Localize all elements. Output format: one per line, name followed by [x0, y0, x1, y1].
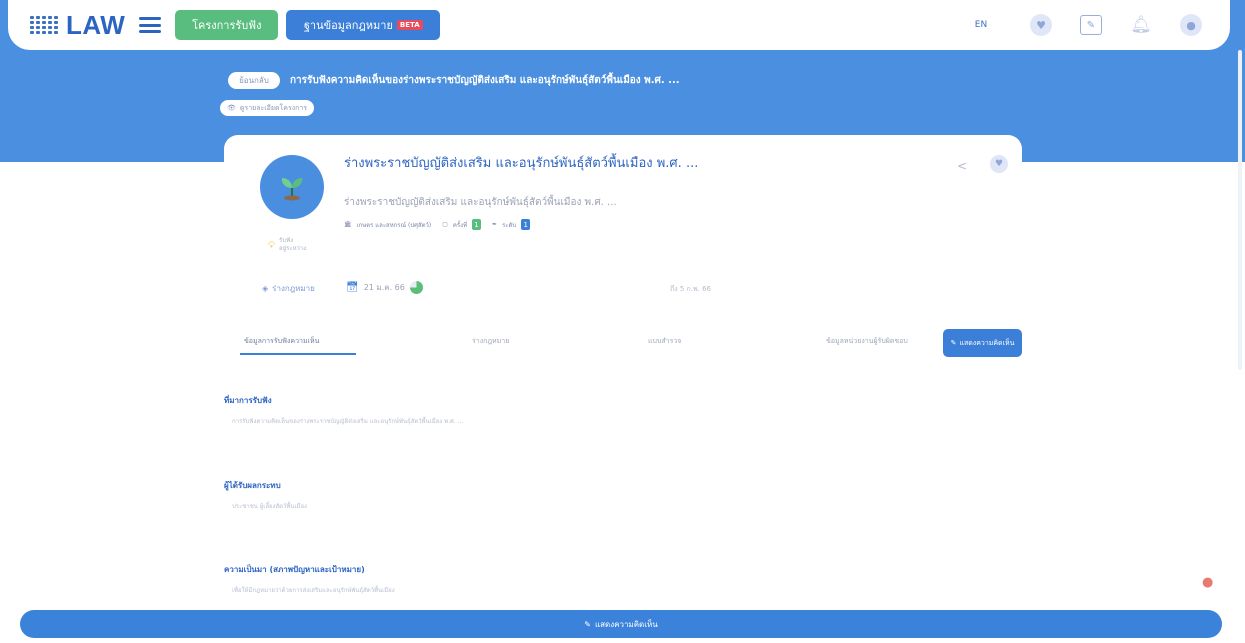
feedback-button[interactable]: ✎ — [1066, 7, 1116, 43]
start-date: 21 ม.ค. 66 — [363, 283, 405, 292]
end-date: ถึง 5 ก.พ. 66 — [670, 285, 711, 293]
back-button[interactable]: ย้อนกลับ — [228, 72, 280, 89]
status-badge: 💡︎ รับฟัง อยู่ระหว่าง — [268, 237, 306, 253]
bottom-comment-label: แสดงความคิดเห็น — [594, 619, 658, 629]
logo-mark-icon — [30, 12, 60, 38]
rank-badge: 1 — [521, 219, 531, 230]
section-heading-affected: ผู้ได้รับผลกระทบ — [224, 481, 281, 490]
card-title[interactable]: ร่างพระราชบัญญัติส่งเสริม และอนุรักษ์พัน… — [344, 152, 698, 173]
date-range-start: 📅︎ 21 ม.ค. 66 — [346, 281, 423, 294]
card-favorite-heart-icon[interactable]: ♥ — [990, 155, 1008, 173]
favorites-button[interactable]: ♥ — [1016, 7, 1066, 43]
view-project-details-button[interactable]: 👁︎ ดูรายละเอียดโครงการ — [220, 100, 315, 116]
chat-bubble-icon[interactable]: ● — [1202, 575, 1213, 590]
card-meta: 🏛︎ เกษตร และสหกรณ์ (ปศุสัตว์) ▢ ครั้งที่… — [344, 219, 531, 230]
law-draft-label: ร่างกฎหมาย — [272, 284, 315, 293]
status-sub-label: อยู่ระหว่าง — [279, 245, 307, 252]
section-body-background: เพื่อให้มีกฎหมายว่าด้วยการส่งเสริมและอนุ… — [232, 587, 395, 594]
project-avatar — [260, 155, 324, 219]
project-card: 💡︎ รับฟัง อยู่ระหว่าง ร่างพระราชบัญญัติส… — [224, 135, 1022, 310]
stage-badge: 1 — [472, 219, 482, 230]
progress-ring — [409, 281, 423, 294]
law-draft-link[interactable]: ◈ ร่างกฎหมาย — [262, 282, 315, 295]
card-description: ร่างพระราชบัญญัติส่งเสริม และอนุรักษ์พัน… — [344, 197, 617, 208]
page-title: การรับฟังความคิดเห็นของร่างพระราชบัญญัติ… — [290, 75, 680, 86]
user-icon: ● — [1180, 14, 1202, 36]
stage-label: ครั้งที่ — [452, 221, 468, 229]
law-database-nav-button[interactable]: ฐานข้อมูลกฎหมาย BETA — [286, 10, 441, 40]
bell-icon: 🔔︎ — [1130, 15, 1152, 35]
edit-icon: ✎ — [950, 339, 957, 347]
logo-text: LAW — [66, 9, 126, 40]
tab-agency-info[interactable]: ข้อมูลหน่วยงานผู้รับผิดชอบ — [826, 336, 908, 347]
chat-icon: ✎ — [1080, 15, 1102, 35]
beta-badge: BETA — [396, 20, 423, 30]
user-menu-button[interactable]: ● — [1166, 7, 1216, 43]
tab-survey[interactable]: แบบสำรวจ — [648, 336, 681, 347]
share-icon[interactable]: < — [957, 159, 967, 173]
status-label: รับฟัง — [279, 237, 294, 244]
scrollbar[interactable] — [1238, 50, 1242, 370]
document-icon: ◈ — [262, 284, 269, 293]
building-icon: 🏛︎ — [344, 221, 352, 228]
bottom-edit-icon: ✎ — [584, 619, 591, 629]
top-navigation-bar: LAW โครงการรับฟัง ฐานข้อมูลกฎหมาย BETA E… — [8, 0, 1230, 50]
rank-label: ระดับ — [502, 221, 517, 229]
law-database-label: ฐานข้อมูลกฎหมาย — [303, 19, 393, 32]
eye-icon: 👁︎ — [227, 104, 236, 112]
tab-consultation-info[interactable]: ข้อมูลการรับฟังความเห็น — [244, 336, 319, 347]
agency-label: เกษตร และสหกรณ์ (ปศุสัตว์) — [356, 221, 432, 229]
notifications-button[interactable]: 🔔︎ — [1116, 7, 1166, 43]
seedling-icon — [281, 178, 303, 201]
language-switch[interactable]: EN — [966, 20, 996, 30]
section-heading-source: ที่มาการรับฟัง — [224, 396, 272, 405]
menu-icon[interactable] — [139, 17, 162, 33]
calendar-small-icon: ▢ — [442, 221, 448, 228]
section-body-affected: ประชาชน ผู้เลี้ยงสัตว์พื้นเมือง — [232, 503, 307, 510]
tab-draft-law[interactable]: ร่างกฎหมาย — [472, 336, 509, 347]
section-heading-background: ความเป็นมา (สภาพปัญหาและเป้าหมาย) — [224, 565, 365, 574]
view-details-label: ดูรายละเอียดโครงการ — [239, 103, 308, 112]
tab-bar: ข้อมูลการรับฟังความเห็น ร่างกฎหมาย แบบสำ… — [236, 328, 1022, 358]
calendar-icon: 📅︎ — [346, 282, 359, 293]
active-tab-indicator — [240, 353, 356, 355]
pen-icon: ✒ — [492, 221, 498, 228]
breadcrumb: ย้อนกลับ การรับฟังความคิดเห็นของร่างพระร… — [228, 72, 680, 89]
comment-button[interactable]: ✎ แสดงความคิดเห็น — [943, 329, 1022, 357]
logo[interactable]: LAW — [30, 10, 125, 41]
projects-nav-button[interactable]: โครงการรับฟัง — [175, 10, 279, 40]
lightbulb-icon: 💡︎ — [268, 239, 275, 251]
comment-button-label: แสดงความคิดเห็น — [959, 338, 1015, 347]
heart-icon: ♥ — [1030, 14, 1052, 36]
section-body-source: การรับฟังความคิดเห็นของร่างพระราชบัญญัติ… — [232, 418, 464, 425]
bottom-comment-bar[interactable]: ✎ แสดงความคิดเห็น — [20, 610, 1222, 638]
